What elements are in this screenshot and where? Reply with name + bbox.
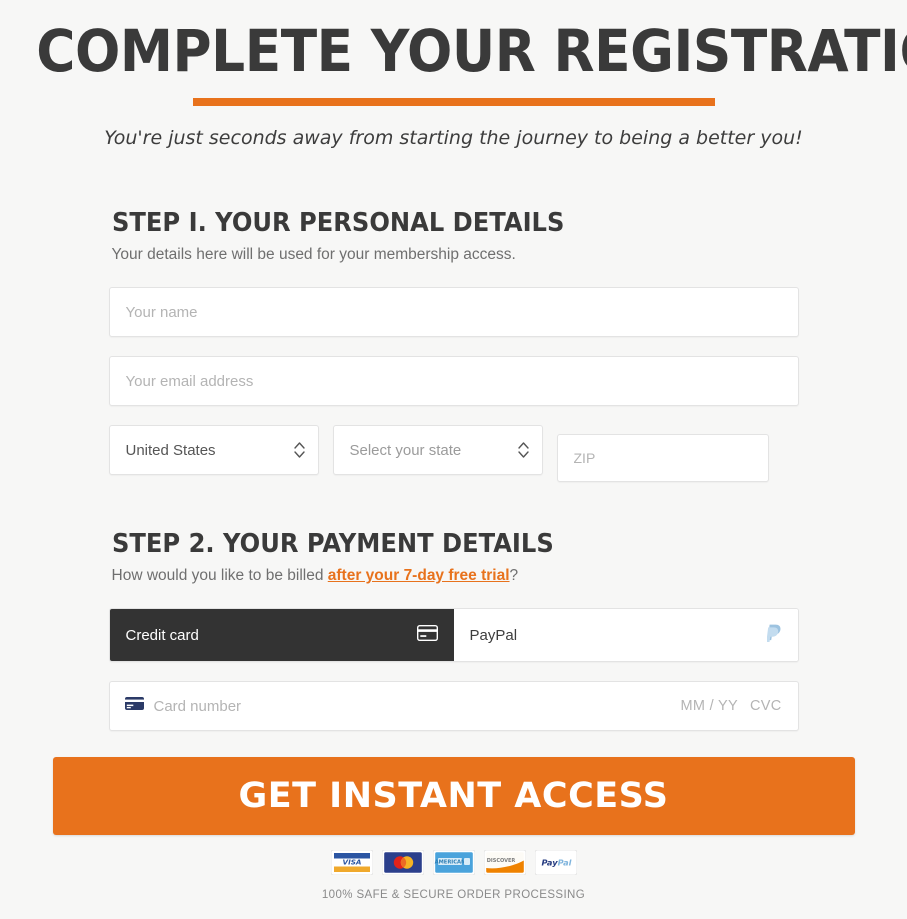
tab-credit-card[interactable]: Credit card bbox=[109, 609, 454, 661]
step2-description: How would you like to be billed after yo… bbox=[112, 566, 799, 586]
chevron-updown-icon bbox=[517, 440, 529, 460]
discover-badge: DISCOVER bbox=[483, 849, 526, 880]
chevron-updown-icon bbox=[293, 440, 305, 460]
svg-text:DISCOVER: DISCOVER bbox=[486, 858, 515, 864]
name-field-row bbox=[108, 287, 799, 337]
svg-text:Pay: Pay bbox=[541, 857, 558, 867]
zip-input[interactable] bbox=[556, 434, 769, 482]
amex-badge: AMERICAN bbox=[432, 849, 475, 880]
free-trial-link[interactable]: after your 7-day free trial bbox=[328, 567, 510, 584]
page-title: COMPLETE YOUR REGISTRATION bbox=[36, 17, 907, 85]
step2-title: STEP 2. YOUR PAYMENT DETAILS bbox=[111, 529, 554, 559]
mastercard-badge bbox=[381, 849, 424, 880]
email-input[interactable] bbox=[108, 356, 799, 406]
card-number-left: Card number bbox=[124, 697, 681, 715]
step2-description-prefix: How would you like to be billed bbox=[111, 567, 328, 584]
state-select-value: Select your state bbox=[349, 441, 462, 459]
tab-paypal[interactable]: PayPal bbox=[453, 609, 798, 661]
name-input[interactable] bbox=[108, 287, 799, 337]
credit-card-icon bbox=[416, 624, 438, 645]
svg-text:AMERICAN: AMERICAN bbox=[434, 860, 465, 866]
step1-description: Your details here will be used for your … bbox=[111, 246, 516, 263]
state-select[interactable]: Select your state bbox=[332, 425, 543, 475]
svg-text:Pal: Pal bbox=[557, 857, 571, 867]
visa-badge: VISA bbox=[330, 849, 373, 880]
location-field-row: United States Select your state bbox=[108, 425, 799, 482]
step1-title: STEP I. YOUR PERSONAL DETAILS bbox=[111, 208, 564, 238]
svg-text:VISA: VISA bbox=[342, 858, 361, 867]
get-instant-access-button[interactable]: GET INSTANT ACCESS bbox=[52, 757, 855, 835]
payment-method-tabs: Credit card PayPal bbox=[108, 608, 799, 662]
card-expiry-placeholder[interactable]: MM / YY bbox=[681, 698, 738, 714]
country-select-value: United States bbox=[125, 441, 216, 459]
step2-description-suffix: ? bbox=[509, 567, 519, 584]
card-number-placeholder: Card number bbox=[153, 697, 242, 715]
zip-field-wrapper bbox=[556, 434, 769, 482]
registration-page: COMPLETE YOUR REGISTRATION You're just s… bbox=[0, 0, 907, 919]
card-extra-fields: MM / YY CVC bbox=[681, 698, 782, 714]
title-underline-rule bbox=[192, 98, 715, 106]
tab-credit-card-label: Credit card bbox=[125, 626, 199, 644]
page-header: COMPLETE YOUR REGISTRATION You're just s… bbox=[0, 0, 907, 150]
card-cvc-placeholder[interactable]: CVC bbox=[750, 698, 782, 714]
country-select[interactable]: United States bbox=[108, 425, 319, 475]
secure-processing-text: 100% SAFE & SECURE ORDER PROCESSING bbox=[321, 889, 586, 901]
card-brand-icon bbox=[124, 697, 144, 715]
payment-badges: VISA AMERICAN DISCOVER Pay Pal bbox=[0, 849, 907, 880]
registration-form: STEP I. YOUR PERSONAL DETAILS Your detai… bbox=[108, 150, 799, 731]
tab-paypal-label: PayPal bbox=[469, 626, 518, 644]
card-number-field[interactable]: Card number MM / YY CVC bbox=[108, 681, 799, 731]
paypal-icon bbox=[765, 624, 782, 647]
paypal-badge: Pay Pal bbox=[534, 849, 577, 880]
email-field-row bbox=[108, 356, 799, 406]
page-subtitle: You're just seconds away from starting t… bbox=[104, 127, 803, 149]
